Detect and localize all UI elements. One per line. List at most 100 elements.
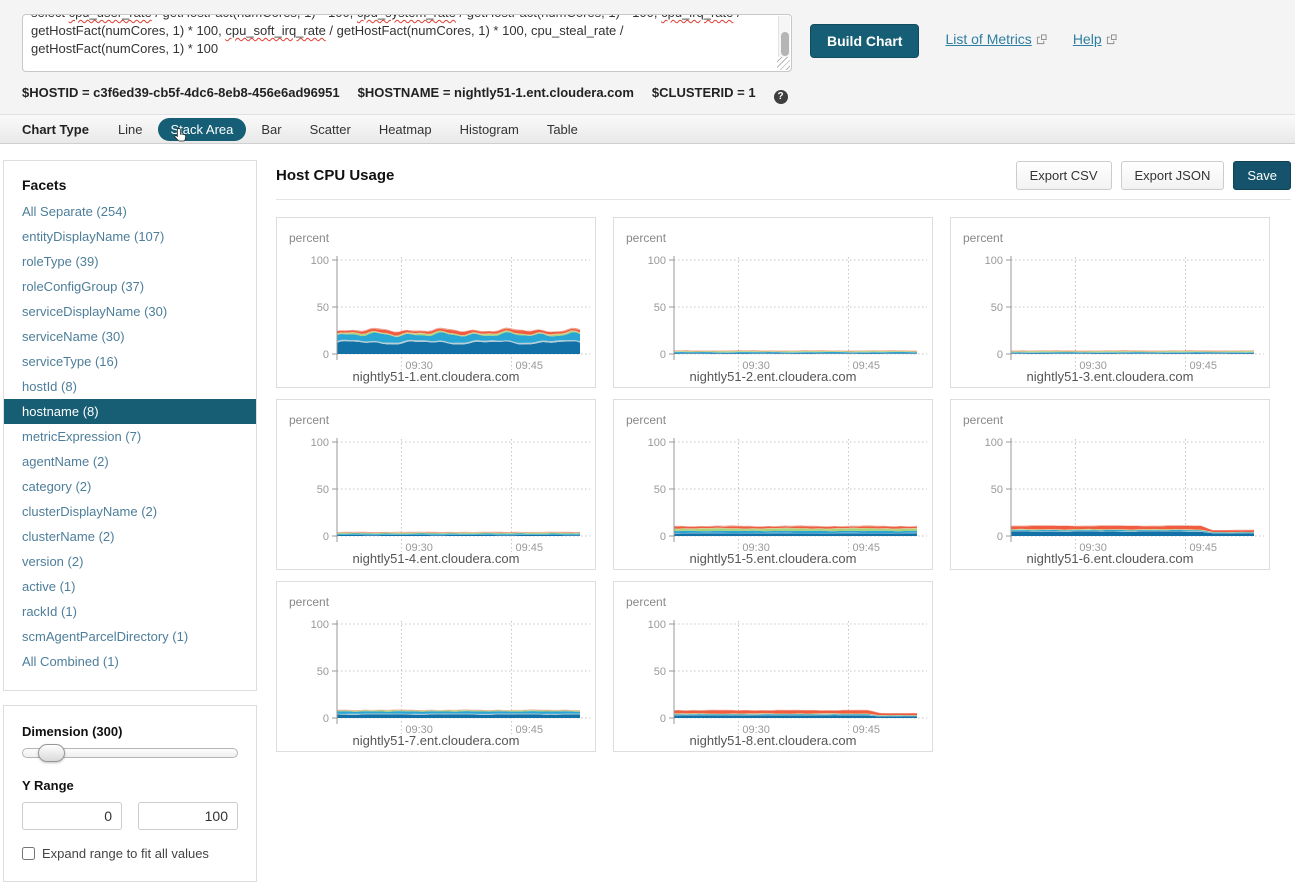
chart-type-bar[interactable]: Bar <box>248 118 294 141</box>
chart-type-table[interactable]: Table <box>534 118 591 141</box>
y-min-input[interactable] <box>22 802 122 830</box>
chart-type-stack-area[interactable]: Stack Area <box>158 118 247 141</box>
stacked-area-chart[interactable]: 09:3009:45050100percentnightly51-2.ent.c… <box>614 218 932 387</box>
x-tick-label: 09:45 <box>852 360 880 372</box>
stacked-area-chart[interactable]: 09:3009:45050100percentnightly51-5.ent.c… <box>614 400 932 569</box>
stacked-area-chart[interactable]: 09:3009:45050100percentnightly51-6.ent.c… <box>951 400 1269 569</box>
export-csv-button[interactable]: Export CSV <box>1016 161 1112 190</box>
y-tick-label: 100 <box>648 619 666 631</box>
stacked-area-chart[interactable]: 09:3009:45050100percentnightly51-7.ent.c… <box>277 582 595 751</box>
hand-cursor-icon <box>172 127 189 144</box>
area-layer-1 <box>674 353 917 354</box>
chart-hostname-label: nightly51-7.ent.cloudera.com <box>353 733 520 748</box>
x-tick-label: 09:45 <box>1189 542 1217 554</box>
chart-type-scatter[interactable]: Scatter <box>297 118 364 141</box>
y-tick-label: 50 <box>991 302 1003 314</box>
facet-item-servicetype[interactable]: serviceType (16) <box>4 349 256 374</box>
stacked-area-chart[interactable]: 09:3009:45050100percentnightly51-4.ent.c… <box>277 400 595 569</box>
x-tick-label: 09:45 <box>515 360 543 372</box>
chart-type-line[interactable]: Line <box>105 118 156 141</box>
stacked-area-chart[interactable]: 09:3009:45050100percentnightly51-1.ent.c… <box>277 218 595 387</box>
chart-tile-nightly51-8[interactable]: 09:3009:45050100percentnightly51-8.ent.c… <box>613 581 933 752</box>
list-of-metrics-link[interactable]: List of Metrics <box>945 31 1046 47</box>
facet-item-roleconfiggroup[interactable]: roleConfigGroup (37) <box>4 274 256 299</box>
y-max-input[interactable] <box>138 802 238 830</box>
facet-item-version[interactable]: version (2) <box>4 549 256 574</box>
y-tick-label: 0 <box>323 349 329 361</box>
chart-type-heatmap[interactable]: Heatmap <box>366 118 445 141</box>
y-tick-label: 100 <box>311 255 329 267</box>
chart-tile-nightly51-7[interactable]: 09:3009:45050100percentnightly51-7.ent.c… <box>276 581 596 752</box>
chart-hostname-label: nightly51-8.ent.cloudera.com <box>690 733 857 748</box>
expand-range-checkbox[interactable] <box>22 847 35 860</box>
stacked-area-chart[interactable]: 09:3009:45050100percentnightly51-3.ent.c… <box>951 218 1269 387</box>
query-line: getHostFact(numCores, 1) * 100, cpu_soft… <box>31 22 771 40</box>
y-tick-label: 0 <box>323 713 329 725</box>
facet-item-clustername[interactable]: clusterName (2) <box>4 524 256 549</box>
chart-type-options: LineStack AreaBarScatterHeatmapHistogram… <box>105 118 593 141</box>
query-builder-section: select cpu_user_rate / getHostFact(numCo… <box>0 0 1295 114</box>
facet-item-scmagentparceldirectory[interactable]: scmAgentParcelDirectory (1) <box>4 624 256 649</box>
y-tick-label: 50 <box>317 484 329 496</box>
facets-panel: Facets All Separate (254)entityDisplayNa… <box>3 160 257 691</box>
facet-item-all-combined[interactable]: All Combined (1) <box>4 649 256 674</box>
facet-item-entitydisplayname[interactable]: entityDisplayName (107) <box>4 224 256 249</box>
facet-item-servicedisplayname[interactable]: serviceDisplayName (30) <box>4 299 256 324</box>
scrollbar-thumb[interactable] <box>781 32 789 56</box>
facet-item-clusterdisplayname[interactable]: clusterDisplayName (2) <box>4 499 256 524</box>
facet-item-all-separate[interactable]: All Separate (254) <box>4 199 256 224</box>
chart-type-histogram[interactable]: Histogram <box>447 118 532 141</box>
textarea-scrollbar[interactable] <box>778 16 790 57</box>
y-tick-label: 0 <box>997 531 1003 543</box>
facet-item-rackid[interactable]: rackId (1) <box>4 599 256 624</box>
y-tick-label: 100 <box>985 255 1003 267</box>
y-unit-label: percent <box>626 231 667 245</box>
page-title: Host CPU Usage <box>276 167 394 184</box>
chart-tile-nightly51-4[interactable]: 09:3009:45050100percentnightly51-4.ent.c… <box>276 399 596 570</box>
chart-tile-nightly51-2[interactable]: 09:3009:45050100percentnightly51-2.ent.c… <box>613 217 933 388</box>
facet-item-hostid[interactable]: hostId (8) <box>4 374 256 399</box>
textarea-resize-handle[interactable] <box>777 57 790 70</box>
y-tick-label: 50 <box>991 484 1003 496</box>
chart-hostname-label: nightly51-2.ent.cloudera.com <box>690 369 857 384</box>
y-tick-label: 100 <box>311 619 329 631</box>
y-unit-label: percent <box>963 413 1004 427</box>
save-button[interactable]: Save <box>1233 161 1291 190</box>
facet-item-servicename[interactable]: serviceName (30) <box>4 324 256 349</box>
x-tick-label: 09:45 <box>1189 360 1217 372</box>
y-unit-label: percent <box>626 595 667 609</box>
facet-item-metricexpression[interactable]: metricExpression (7) <box>4 424 256 449</box>
y-tick-label: 0 <box>660 531 666 543</box>
context-var: $HOSTID = c3f6ed39-cb5f-4dc6-8eb8-456e6a… <box>22 85 340 100</box>
expand-range-option[interactable]: Expand range to fit all values <box>22 846 238 861</box>
facet-item-roletype[interactable]: roleType (39) <box>4 249 256 274</box>
y-tick-label: 0 <box>997 349 1003 361</box>
x-tick-label: 09:45 <box>515 542 543 554</box>
slider-handle[interactable] <box>38 744 65 762</box>
dimension-slider[interactable] <box>22 748 238 758</box>
facet-item-category[interactable]: category (2) <box>4 474 256 499</box>
area-layer-1 <box>674 533 917 536</box>
y-tick-label: 100 <box>648 437 666 449</box>
stacked-area-chart[interactable]: 09:3009:45050100percentnightly51-8.ent.c… <box>614 582 932 751</box>
chart-type-label: Chart Type <box>22 122 89 137</box>
y-tick-label: 50 <box>654 666 666 678</box>
chart-tile-nightly51-1[interactable]: 09:3009:45050100percentnightly51-1.ent.c… <box>276 217 596 388</box>
expand-range-label: Expand range to fit all values <box>42 846 209 861</box>
help-link[interactable]: Help <box>1073 31 1117 47</box>
y-range-label: Y Range <box>22 778 238 793</box>
charts-grid: 09:3009:45050100percentnightly51-1.ent.c… <box>276 217 1276 752</box>
y-unit-label: percent <box>289 231 330 245</box>
chart-tile-nightly51-3[interactable]: 09:3009:45050100percentnightly51-3.ent.c… <box>950 217 1270 388</box>
facet-item-active[interactable]: active (1) <box>4 574 256 599</box>
y-unit-label: percent <box>963 231 1004 245</box>
facet-item-agentname[interactable]: agentName (2) <box>4 449 256 474</box>
query-input[interactable]: select cpu_user_rate / getHostFact(numCo… <box>22 14 792 72</box>
y-tick-label: 0 <box>660 713 666 725</box>
chart-tile-nightly51-6[interactable]: 09:3009:45050100percentnightly51-6.ent.c… <box>950 399 1270 570</box>
chart-tile-nightly51-5[interactable]: 09:3009:45050100percentnightly51-5.ent.c… <box>613 399 933 570</box>
build-chart-button[interactable]: Build Chart <box>810 24 919 58</box>
help-badge-icon[interactable]: ? <box>774 90 788 104</box>
facet-item-hostname[interactable]: hostname (8) <box>4 399 256 424</box>
export-json-button[interactable]: Export JSON <box>1121 161 1225 190</box>
